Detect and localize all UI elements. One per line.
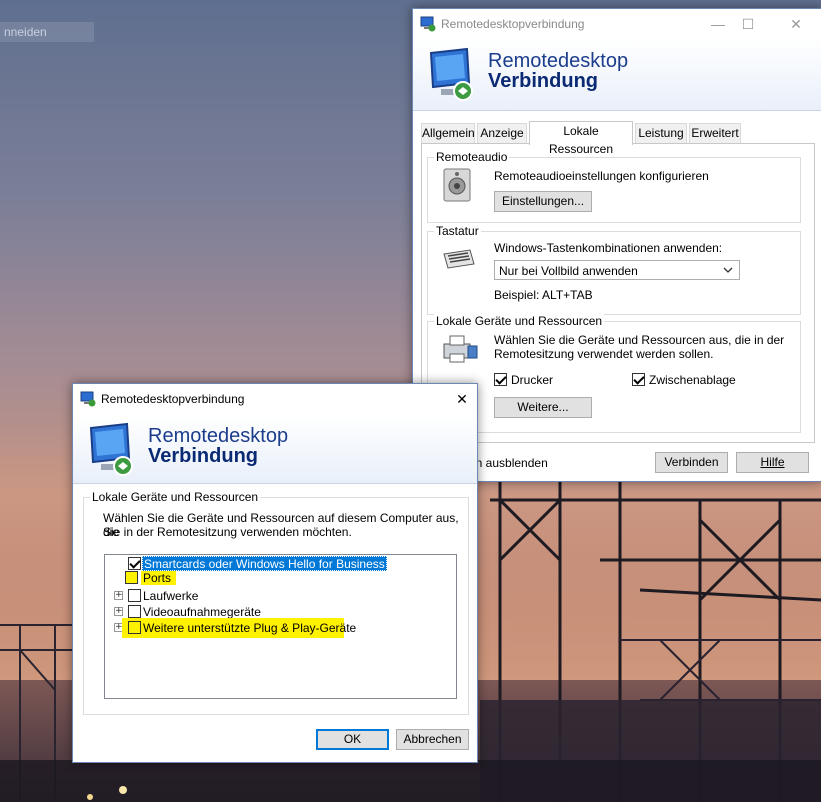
rdp-monitor-icon — [427, 47, 477, 106]
audio-settings-button[interactable]: Einstellungen... — [494, 191, 592, 212]
main-window-title: Remotedesktopverbindung — [441, 17, 585, 31]
tree-item-checkbox[interactable] — [128, 589, 141, 602]
dialog-banner: Remotedesktop Verbindung — [73, 414, 477, 484]
dialog-close-button[interactable]: ✕ — [447, 384, 477, 414]
main-titlebar: Remotedesktopverbindung — ☐ ✕ — [413, 9, 821, 39]
help-button-label: Hilfe — [760, 455, 785, 469]
close-button[interactable]: ✕ — [781, 9, 811, 39]
keyboard-mode-value: Nur bei Vollbild anwenden — [499, 264, 638, 278]
device-tree[interactable]: Smartcards oder Windows Hello for Busine… — [104, 554, 457, 699]
speaker-icon — [442, 168, 472, 205]
banner-title-line2: Verbindung — [488, 70, 598, 92]
minimize-button[interactable]: — — [703, 9, 733, 39]
tree-item-checkbox[interactable] — [128, 557, 141, 570]
dialog-title: Remotedesktopverbindung — [101, 392, 245, 406]
tab-anzeige[interactable]: Anzeige — [477, 123, 527, 143]
zwischenablage-checkbox[interactable] — [632, 373, 645, 386]
tree-item-checkbox[interactable] — [128, 605, 141, 618]
keyboard-mode-select[interactable]: Nur bei Vollbild anwenden — [494, 260, 740, 280]
tab-leistung[interactable]: Leistung — [635, 123, 687, 143]
tree-item-label[interactable]: Ports — [141, 571, 177, 585]
ok-button[interactable]: OK — [316, 729, 389, 750]
tab-allgemein[interactable]: Allgemein — [421, 123, 475, 143]
tab-lokale-ressourcen[interactable]: Lokale Ressourcen — [529, 121, 633, 156]
tastatur-example: Beispiel: ALT+TAB — [494, 288, 593, 302]
desktop-search-label: nneiden — [0, 22, 94, 42]
help-button[interactable]: Hilfe — [736, 452, 809, 473]
remoteaudio-label: Remoteaudio — [434, 150, 510, 164]
tree-item-checkbox[interactable] — [125, 571, 138, 584]
dialog-banner-line2: Verbindung — [148, 445, 258, 467]
dialog-titlebar: Remotedesktopverbindung ✕ — [73, 384, 477, 414]
group-remoteaudio: Remoteaudio Remoteaudioeinstellungen kon… — [427, 150, 801, 223]
keyboard-icon — [442, 248, 476, 273]
drucker-checkbox[interactable] — [494, 373, 507, 386]
rdp-app-icon — [80, 391, 96, 410]
tree-item-label[interactable]: Weitere unterstützte Plug & Play-Geräte — [143, 621, 356, 635]
expand-plus-icon[interactable]: + — [114, 591, 123, 600]
expand-plus-icon[interactable]: + — [114, 607, 123, 616]
lokale-geraete-description-line1: Wählen Sie die Geräte und Ressourcen aus… — [494, 333, 785, 347]
local-devices-dialog: Remotedesktopverbindung ✕ Remotedesktop … — [72, 383, 478, 763]
maximize-button[interactable]: ☐ — [733, 9, 763, 39]
lokale-geraete-label: Lokale Geräte und Ressourcen — [434, 314, 605, 328]
dialog-description-line2: Sie in der Remotesitzung verwenden möcht… — [103, 525, 352, 539]
tab-erweitert[interactable]: Erweitert — [689, 123, 741, 143]
dialog-group: Lokale Geräte und Ressourcen Wählen Sie … — [83, 490, 469, 715]
rdp-monitor-icon — [87, 422, 137, 481]
group-lokale-geraete: Lokale Geräte und Ressourcen Wählen Sie … — [427, 314, 801, 433]
zwischenablage-label: Zwischenablage — [649, 373, 736, 387]
drucker-label: Drucker — [511, 373, 554, 387]
tree-item-label[interactable]: Laufwerke — [143, 589, 198, 603]
tree-item-checkbox[interactable] — [128, 621, 141, 634]
group-tastatur: Tastatur Windows-Tastenkombinationen anw… — [427, 224, 801, 315]
tab-strip: Allgemein Anzeige Lokale Ressourcen Leis… — [421, 121, 815, 156]
printer-icon — [442, 334, 478, 367]
dialog-group-label: Lokale Geräte und Ressourcen — [90, 490, 261, 504]
chevron-down-icon — [722, 262, 734, 281]
rdp-app-icon — [420, 16, 436, 35]
tree-item-label[interactable]: Videoaufnahmegeräte — [143, 605, 261, 619]
weitere-button[interactable]: Weitere... — [494, 397, 592, 418]
tree-item-label[interactable]: Smartcards oder Windows Hello for Busine… — [142, 556, 387, 571]
tastatur-description: Windows-Tastenkombinationen anwenden: — [494, 241, 723, 255]
main-banner: Remotedesktop Verbindung — [413, 39, 821, 111]
tastatur-label: Tastatur — [434, 224, 481, 238]
connect-button[interactable]: Verbinden — [655, 452, 728, 473]
lokale-geraete-description-line2: Remotesitzung verwendet werden sollen. — [494, 347, 714, 361]
options-toggle-text[interactable]: en ausblenden — [469, 456, 548, 470]
remoteaudio-description: Remoteaudioeinstellungen konfigurieren — [494, 169, 709, 183]
cancel-button[interactable]: Abbrechen — [396, 729, 469, 750]
